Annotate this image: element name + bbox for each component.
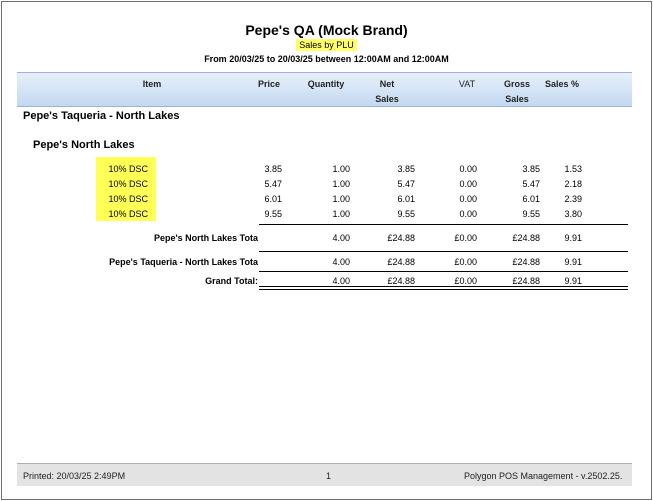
report-footer: Printed: 20/03/25 2:49PM 1 Polygon POS M… [17, 463, 632, 486]
row-net: 6.01 [397, 194, 415, 204]
rule-1 [259, 224, 628, 225]
subgroup-heading: Pepe's North Lakes [33, 139, 135, 151]
total-pct: 9.91 [564, 233, 582, 243]
col-net-sales: Sales [375, 94, 399, 104]
row-vat: 0.00 [459, 194, 477, 204]
row-pct: 2.39 [564, 194, 582, 204]
total-gross: £24.88 [512, 276, 540, 286]
rule-3 [259, 271, 628, 272]
total-label: Grand Total: [205, 276, 258, 286]
column-header-bar: Item Price Quantity Net Sales VAT Gross … [17, 72, 632, 107]
report-subtitle-wrap: Sales by PLU [0, 39, 653, 51]
report-subtitle: Sales by PLU [296, 39, 357, 51]
group-heading: Pepe's Taqueria - North Lakes [23, 110, 180, 122]
total-net: £24.88 [387, 257, 415, 267]
col-quantity: Quantity [307, 79, 345, 89]
col-sales-pct: Sales % [544, 79, 580, 89]
row-gross: 6.01 [522, 194, 540, 204]
row-quantity: 1.00 [332, 209, 350, 219]
row-net: 9.55 [397, 209, 415, 219]
col-gross-sales: Sales [505, 94, 529, 104]
total-pct: 9.91 [564, 257, 582, 267]
row-item: 10% DSC [108, 164, 148, 174]
total-quantity: 4.00 [332, 276, 350, 286]
rule-4b [259, 289, 628, 290]
row-net: 3.85 [397, 164, 415, 174]
row-pct: 2.18 [564, 179, 582, 189]
app-version: Polygon POS Management - v.2502.25. [464, 471, 623, 481]
row-pct: 3.80 [564, 209, 582, 219]
total-gross: £24.88 [512, 257, 540, 267]
col-vat: VAT [458, 79, 476, 89]
total-pct: 9.91 [564, 276, 582, 286]
col-price: Price [257, 79, 281, 89]
total-vat: £0.00 [454, 233, 477, 243]
rule-2 [259, 251, 628, 252]
row-net: 5.47 [397, 179, 415, 189]
col-item: Item [142, 79, 162, 89]
col-gross: Gross [503, 79, 530, 89]
row-item: 10% DSC [108, 179, 148, 189]
total-net: £24.88 [387, 233, 415, 243]
total-net: £24.88 [387, 276, 415, 286]
printed-timestamp: Printed: 20/03/25 2:49PM [23, 471, 126, 481]
row-item: 10% DSC [108, 209, 148, 219]
total-gross: £24.88 [512, 233, 540, 243]
row-vat: 0.00 [459, 179, 477, 189]
row-price: 3.85 [264, 164, 282, 174]
report-date-range: From 20/03/25 to 20/03/25 between 12:00A… [204, 54, 449, 64]
row-price: 9.55 [264, 209, 282, 219]
row-gross: 5.47 [522, 179, 540, 189]
row-vat: 0.00 [459, 209, 477, 219]
row-quantity: 1.00 [332, 164, 350, 174]
total-vat: £0.00 [454, 276, 477, 286]
total-vat: £0.00 [454, 257, 477, 267]
row-price: 6.01 [264, 194, 282, 204]
row-pct: 1.53 [564, 164, 582, 174]
total-quantity: 4.00 [332, 233, 350, 243]
row-price: 5.47 [264, 179, 282, 189]
rule-4a [259, 286, 628, 287]
col-net: Net [379, 79, 395, 89]
row-quantity: 1.00 [332, 194, 350, 204]
row-vat: 0.00 [459, 164, 477, 174]
row-gross: 9.55 [522, 209, 540, 219]
page-number: 1 [326, 471, 332, 481]
total-label: Pepe's North Lakes Tota [153, 233, 258, 243]
row-quantity: 1.00 [332, 179, 350, 189]
report-title: Pepe's QA (Mock Brand) [245, 22, 408, 38]
total-label: Pepe's Taqueria - North Lakes Tota [109, 257, 258, 267]
row-gross: 3.85 [522, 164, 540, 174]
total-quantity: 4.00 [332, 257, 350, 267]
row-item: 10% DSC [108, 194, 148, 204]
